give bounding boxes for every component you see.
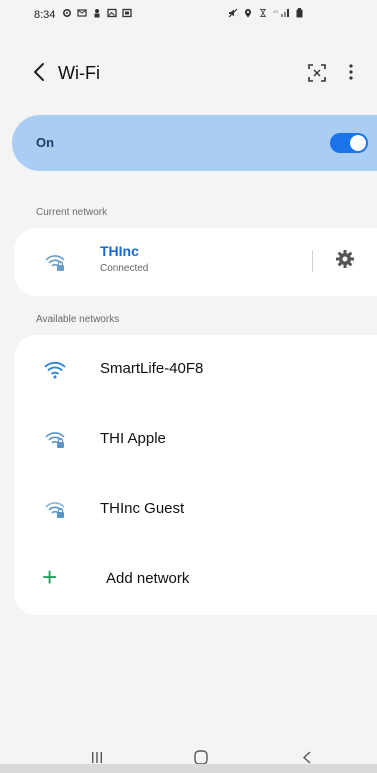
network-row[interactable]: THI Apple (14, 405, 377, 475)
status-time: 8:34 (34, 9, 56, 21)
wifi-icon (44, 361, 66, 379)
photo-icon (122, 8, 132, 18)
network-name: THI Apple (100, 430, 166, 447)
gear-icon (62, 8, 72, 18)
status-left-icons (62, 8, 132, 18)
wifi-secured-icon (45, 432, 65, 448)
plus-icon: + (42, 562, 58, 592)
wifi-toggle-switch[interactable] (330, 133, 368, 153)
add-network-label: Add network (106, 570, 190, 587)
location-icon (245, 9, 251, 18)
current-network-status: Connected (100, 263, 149, 274)
battery-icon (296, 8, 303, 18)
current-network-card[interactable]: THInc Connected (14, 228, 377, 296)
qr-scan-icon[interactable] (306, 62, 328, 84)
person-icon (94, 9, 100, 18)
wifi-secured-icon (45, 502, 65, 518)
signal-icon: 4G (273, 9, 289, 17)
screen-bottom-edge (0, 764, 377, 773)
status-right-icons: 4G (228, 8, 303, 18)
network-row[interactable]: THInc Guest (14, 475, 377, 545)
mute-icon (228, 8, 238, 18)
add-network-button[interactable]: + Add network (14, 545, 377, 615)
network-row[interactable]: SmartLife-40F8 (14, 335, 377, 405)
phone-screen: 8:34 4G Wi-Fi On Current network THInc C… (0, 0, 377, 773)
network-name: SmartLife-40F8 (100, 360, 204, 377)
gear-icon[interactable] (334, 248, 356, 270)
status-bar: 8:34 4G (0, 0, 377, 30)
available-networks-list: SmartLife-40F8 THI Apple THInc Guest + A… (14, 335, 377, 615)
app-bar: Wi-Fi (0, 52, 377, 96)
svg-text:4G: 4G (273, 9, 278, 14)
more-vertical-icon[interactable] (344, 60, 358, 84)
chevron-left-icon[interactable] (28, 60, 52, 84)
wifi-state-label: On (36, 135, 55, 150)
wifi-secured-icon (45, 255, 65, 271)
network-name: THInc Guest (100, 500, 185, 517)
image-icon (107, 8, 117, 18)
alarm-icon (260, 9, 266, 17)
current-network-header: Current network (36, 207, 108, 218)
divider (312, 250, 313, 272)
wifi-master-toggle-row[interactable]: On (12, 115, 377, 171)
current-network-name: THInc (100, 243, 139, 259)
page-title: Wi-Fi (58, 63, 100, 83)
toggle-knob (350, 135, 366, 151)
available-networks-header: Available networks (36, 314, 120, 325)
message-icon (77, 9, 87, 17)
